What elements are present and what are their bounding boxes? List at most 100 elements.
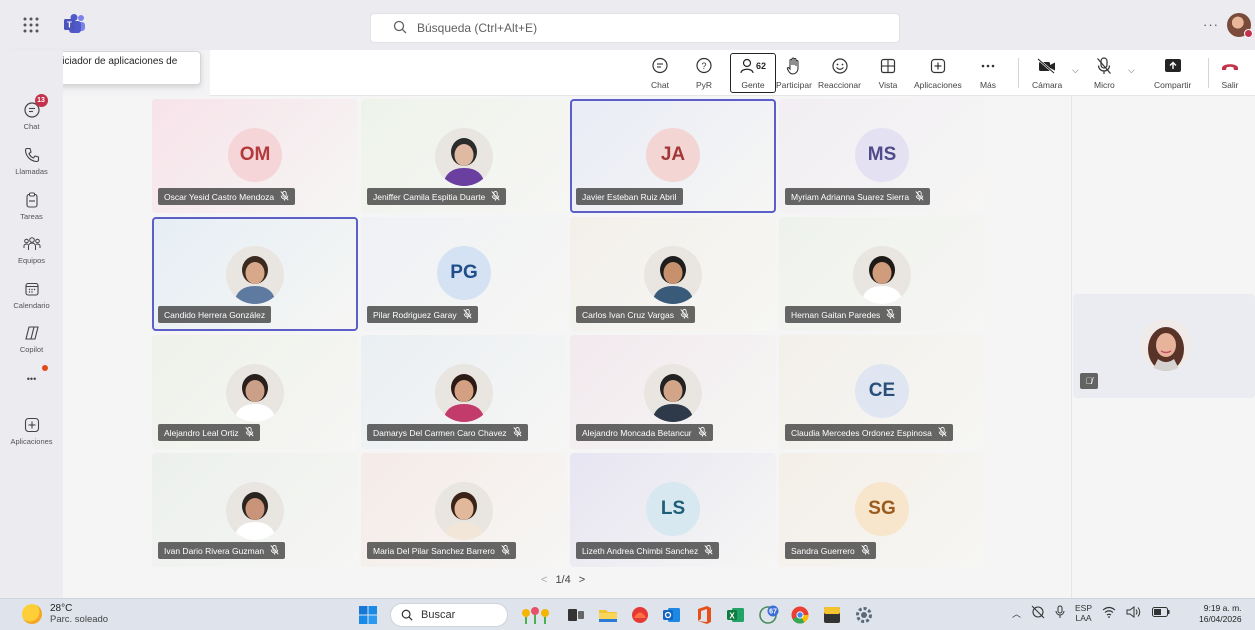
participant-photo [226, 482, 284, 540]
participant-name-label: Javier Esteban Ruiz Abril [576, 188, 683, 205]
system-clock[interactable]: 9:19 a. m. 16/04/2026 [1199, 603, 1242, 625]
participant-name-label: Sandra Guerrero [785, 542, 876, 559]
participant-initials-avatar: CE [855, 364, 909, 418]
mic-muted-icon [704, 544, 713, 557]
qa-button[interactable]: ? PyR [694, 54, 714, 94]
flowers-widget-icon[interactable] [520, 605, 554, 625]
battery-icon[interactable] [1152, 607, 1170, 619]
outlook-icon[interactable] [662, 605, 682, 625]
volume-icon[interactable] [1126, 606, 1142, 620]
rail-item-more[interactable]: ••• [0, 364, 63, 384]
rail-item-tasks[interactable]: Tareas [0, 190, 63, 221]
svg-text:X: X [729, 612, 735, 621]
app-icon-red[interactable] [630, 605, 650, 625]
sticky-notes-icon[interactable] [822, 605, 842, 625]
mic-muted-icon [280, 190, 289, 203]
apps-button[interactable]: Aplicaciones [914, 54, 962, 94]
more-options-icon[interactable]: ··· [1203, 17, 1219, 32]
raise-hand-button[interactable]: Participar [776, 54, 812, 94]
participant-tile[interactable]: JA Javier Esteban Ruiz Abril [570, 99, 776, 213]
tray-sync-off-icon[interactable] [1031, 605, 1045, 621]
chat-button[interactable]: Chat [650, 54, 670, 94]
settings-gear-icon[interactable] [854, 605, 874, 625]
participant-name: Oscar Yesid Castro Mendoza [164, 191, 275, 202]
next-page-icon[interactable]: > [579, 574, 585, 586]
participant-name: Myriam Adrianna Suarez Sierra [791, 191, 910, 202]
participant-tile[interactable]: LS Lizeth Andrea Chimbi Sanchez [570, 453, 776, 567]
participant-tile[interactable]: PG Pilar Rodriguez Garay [361, 217, 567, 331]
notification-dot [42, 365, 48, 371]
teams-taskbar-icon[interactable]: 67 [758, 605, 779, 625]
participant-tile[interactable]: Maria Del Pilar Sanchez Barrero [361, 453, 567, 567]
share-screen-icon [1163, 56, 1183, 76]
file-explorer-icon[interactable] [598, 605, 618, 625]
tray-mic-icon[interactable] [1055, 605, 1065, 621]
camera-button[interactable]: Cámara [1032, 54, 1062, 94]
prev-page-icon[interactable]: < [541, 574, 547, 586]
teams-logo-icon: T [64, 14, 85, 34]
participant-name: Damarys Del Carmen Caro Chavez [373, 427, 507, 438]
mic-button[interactable]: Micro [1094, 54, 1115, 94]
more-button[interactable]: Más [978, 54, 998, 94]
search-placeholder: Búsqueda (Ctrl+Alt+E) [417, 21, 538, 35]
rail-item-teams[interactable]: Equipos [0, 234, 63, 265]
rail-item-chat[interactable]: 13 Chat [0, 94, 63, 131]
office-icon[interactable] [694, 605, 714, 625]
mic-muted-icon [886, 308, 895, 321]
excel-icon[interactable]: X [726, 605, 746, 625]
hand-icon [784, 56, 804, 76]
participant-tile[interactable]: Damarys Del Carmen Caro Chavez [361, 335, 567, 449]
rail-item-copilot[interactable]: Copilot [0, 323, 63, 354]
weather-widget[interactable]: 28°C Parc. soleado [22, 603, 108, 625]
rail-item-apps[interactable]: Aplicaciones [0, 415, 63, 446]
react-button[interactable]: Reaccionar [818, 54, 861, 94]
participant-name: Ivan Dario Rivera Guzman [164, 545, 265, 556]
participant-tile[interactable]: Hernan Gaitan Paredes [779, 217, 985, 331]
participant-tile[interactable]: MS Myriam Adrianna Suarez Sierra [779, 99, 985, 213]
tray-expand-icon[interactable]: ︿ [1012, 607, 1021, 620]
participant-tile[interactable]: CE Claudia Mercedes Ordonez Espinosa [779, 335, 985, 449]
wifi-icon[interactable] [1102, 606, 1116, 620]
calendar-icon [22, 279, 42, 299]
participant-name-label: Hernan Gaitan Paredes [785, 306, 902, 323]
participant-tile[interactable]: Jeniffer Camila Espitia Duarte [361, 99, 567, 213]
camera-off-icon [1037, 56, 1057, 76]
input-language[interactable]: ESP LAA [1075, 603, 1092, 623]
self-video-tile[interactable]: 🎙̸ [1073, 294, 1255, 398]
camera-options-chevron-icon[interactable]: ⌵ [1072, 65, 1079, 76]
rail-item-calls[interactable]: Llamadas [0, 145, 63, 176]
mic-muted-icon [938, 426, 947, 439]
participant-tile[interactable]: Candido Herrera González [152, 217, 358, 331]
participant-tile[interactable]: Carlos Ivan Cruz Vargas [570, 217, 776, 331]
search-box[interactable]: Búsqueda (Ctrl+Alt+E) [370, 13, 900, 43]
mic-muted-icon [680, 308, 689, 321]
rail-item-calendar[interactable]: Calendario [0, 279, 63, 310]
leave-button[interactable]: Salir [1220, 54, 1240, 94]
self-mic-off-icon: 🎙̸ [1080, 373, 1098, 389]
chat-icon: 13 [22, 94, 48, 120]
task-view-icon[interactable] [566, 605, 586, 625]
chrome-icon[interactable] [790, 605, 810, 625]
participant-tile[interactable]: Alejandro Moncada Betancur [570, 335, 776, 449]
participant-tile[interactable]: Ivan Dario Rivera Guzman [152, 453, 358, 567]
participant-tile[interactable]: OM Oscar Yesid Castro Mendoza [152, 99, 358, 213]
mic-options-chevron-icon[interactable]: ⌵ [1128, 65, 1135, 76]
participant-tile[interactable]: Alejandro Leal Ortiz [152, 335, 358, 449]
people-button[interactable]: 62 Gente [730, 53, 776, 93]
taskbar-search-icon [401, 609, 413, 621]
taskbar-search[interactable]: Buscar [390, 603, 508, 627]
clipboard-icon [22, 190, 42, 210]
toolbar-divider [1208, 58, 1209, 88]
share-button[interactable]: Compartir [1154, 54, 1191, 94]
mic-muted-icon [463, 308, 472, 321]
participant-name: Lizeth Andrea Chimbi Sanchez [582, 545, 699, 556]
participant-name-label: Myriam Adrianna Suarez Sierra [785, 188, 931, 205]
pagination: < 1/4 > [541, 574, 585, 586]
windows-start-icon[interactable] [358, 605, 378, 625]
participant-tile[interactable]: SG Sandra Guerrero [779, 453, 985, 567]
participant-name-label: Maria Del Pilar Sanchez Barrero [367, 542, 516, 559]
participant-initials-avatar: JA [646, 128, 700, 182]
view-button[interactable]: Vista [878, 54, 898, 94]
app-launcher-icon[interactable] [22, 16, 40, 34]
user-avatar[interactable] [1227, 13, 1253, 38]
